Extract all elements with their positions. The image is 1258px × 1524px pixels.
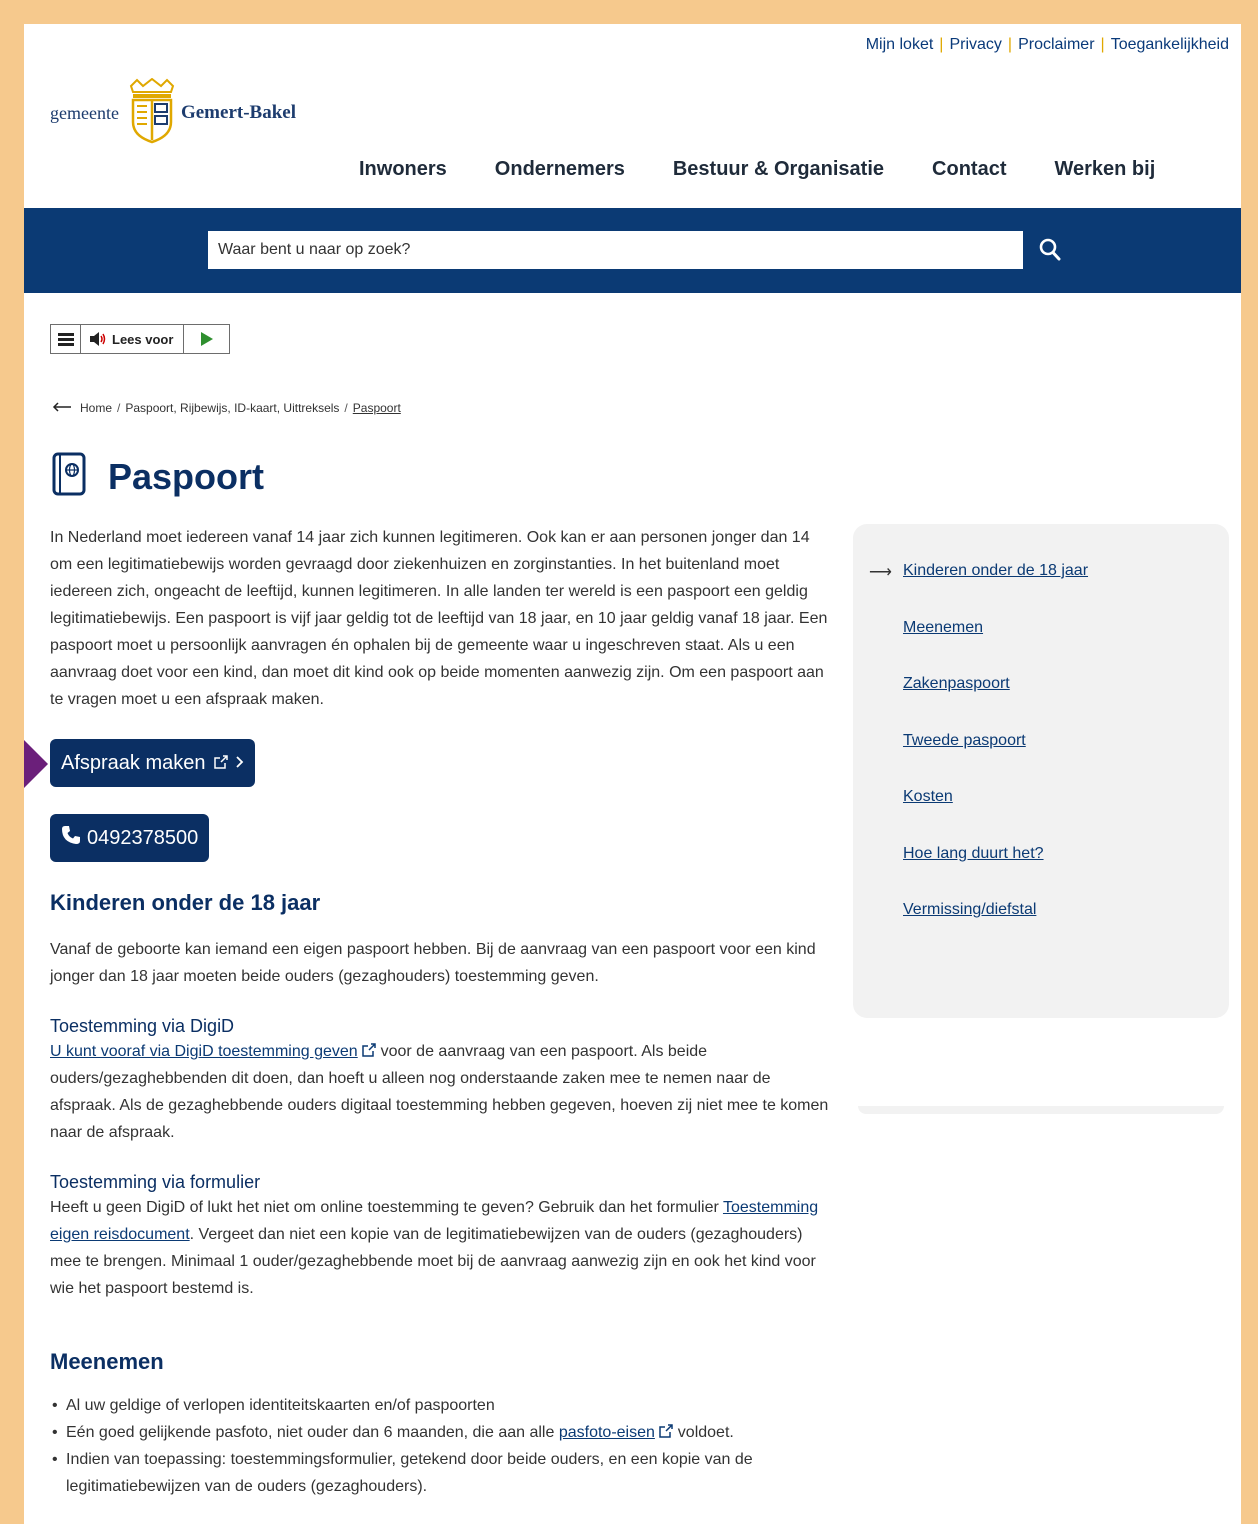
back-arrow-icon[interactable]: [52, 401, 72, 415]
site-logo[interactable]: gemeente Gemert-Bakel: [50, 77, 296, 149]
chevron-right-icon: [235, 752, 244, 775]
sidebar-item-hoe-lang: Hoe lang duurt het?: [869, 845, 1088, 902]
page-title: Paspoort: [108, 455, 265, 497]
intro-text: In Nederland moet iedereen vanaf 14 jaar…: [50, 529, 828, 708]
search-icon[interactable]: [1036, 234, 1066, 266]
sidebar-toc: ⟶ Kinderen onder de 18 jaar Meenemen Zake…: [853, 524, 1229, 1018]
breadcrumb-current[interactable]: Paspoort: [353, 401, 401, 415]
sidebar-link[interactable]: Kosten: [903, 788, 953, 806]
breadcrumb-separator: /: [117, 401, 121, 415]
logo-prefix: gemeente: [50, 102, 119, 123]
nav-contact[interactable]: Contact: [932, 158, 1006, 181]
breadcrumb-home[interactable]: Home: [80, 401, 112, 415]
toplink-proclaimer[interactable]: Proclaimer: [1018, 36, 1094, 53]
list-item: Indien van toepassing: toestemmingsformu…: [50, 1446, 832, 1500]
sidebar-link[interactable]: Meenemen: [903, 619, 983, 637]
subsection-text-digid: U kunt vooraf via DigiD toestemming geve…: [50, 1038, 832, 1146]
nav-bestuur-organisatie[interactable]: Bestuur & Organisatie: [673, 158, 884, 181]
crest-icon: [127, 77, 177, 149]
sidebar-link[interactable]: Hoe lang duurt het?: [903, 845, 1044, 863]
sidebar-item-vermissing: Vermissing/diefstal: [869, 901, 1088, 958]
sidebar-link[interactable]: Zakenpaspoort: [903, 675, 1010, 693]
toplink-privacy[interactable]: Privacy: [949, 36, 1001, 53]
listen-label: Lees voor: [112, 331, 174, 347]
breadcrumb-separator: /: [344, 401, 348, 415]
digid-toestemming-link[interactable]: U kunt vooraf via DigiD toestemming geve…: [50, 1043, 358, 1060]
page-frame: Mijn loket | Privacy | Proclaimer | Toegankeli…: [24, 24, 1241, 1524]
breadcrumb: Home / Paspoort, Rijbewijs, ID-kaart, Ui…: [52, 401, 401, 415]
subsection-title-digid: Toestemming via DigiD: [50, 1016, 235, 1036]
pointer-arrow-icon: [24, 716, 50, 817]
list-item: Al uw geldige of verlopen identiteitskaa…: [50, 1392, 832, 1419]
nav-inwoners[interactable]: Inwoners: [359, 158, 447, 181]
phone-icon: [61, 825, 81, 851]
nav-werken-bij[interactable]: Werken bij: [1054, 158, 1155, 181]
search-band: [24, 208, 1241, 293]
sidebar-link[interactable]: Vermissing/diefstal: [903, 901, 1036, 919]
passport-icon: [52, 452, 86, 501]
sidebar-divider: [858, 1106, 1224, 1114]
breadcrumb-category[interactable]: Paspoort, Rijbewijs, ID-kaart, Uittrekse…: [125, 401, 339, 415]
separator: |: [1100, 36, 1105, 53]
listen-button[interactable]: Lees voor: [81, 325, 185, 353]
sidebar-item-kinderen: ⟶ Kinderen onder de 18 jaar: [869, 562, 1088, 619]
toplink-mijn-loket[interactable]: Mijn loket: [866, 36, 934, 53]
external-link-icon: [659, 1424, 674, 1441]
phone-button[interactable]: 0492378500: [50, 814, 210, 862]
sidebar-item-zakenpaspoort: Zakenpaspoort: [869, 675, 1088, 732]
section-title-kinderen: Kinderen onder de 18 jaar: [50, 890, 321, 915]
separator: |: [939, 36, 944, 53]
readspeaker-bar: Lees voor: [50, 324, 230, 354]
speaker-icon: [90, 332, 106, 346]
toplink-toegankelijkheid[interactable]: Toegankelijkheid: [1111, 36, 1229, 53]
logo-name: Gemert-Bakel: [180, 102, 296, 123]
menu-icon[interactable]: [51, 325, 81, 353]
section-intro-kinderen: Vanaf de geboorte kan iemand een eigen p…: [50, 941, 816, 985]
section-title-meenemen: Meenemen: [50, 1349, 164, 1374]
list-item: Eén goed gelijkende pasfoto, niet ouder …: [50, 1419, 832, 1446]
sidebar-item-tweede-paspoort: Tweede paspoort: [869, 732, 1088, 789]
subsection-text-formulier: Heeft u geen DigiD of lukt het niet om o…: [50, 1194, 832, 1302]
separator: |: [1007, 36, 1013, 53]
pasfoto-eisen-link[interactable]: pasfoto-eisen: [559, 1424, 655, 1441]
sidebar-link[interactable]: Tweede paspoort: [903, 732, 1026, 750]
nav-ondernemers[interactable]: Ondernemers: [495, 158, 625, 181]
phone-number: 0492378500: [87, 826, 199, 849]
external-link-icon: [362, 1043, 376, 1060]
sidebar-item-kosten: Kosten: [869, 788, 1088, 845]
sidebar-link[interactable]: Kinderen onder de 18 jaar: [903, 562, 1088, 580]
arrow-right-icon: ⟶: [869, 564, 892, 581]
top-links: Mijn loket | Privacy | Proclaimer | Toegankeli…: [866, 36, 1229, 54]
form-text-1: Heeft u geen DigiD of lukt het niet om o…: [50, 1199, 723, 1216]
afspraak-label: Afspraak maken: [61, 751, 206, 774]
main-nav: Inwoners Ondernemers Bestuur & Organisat…: [359, 158, 1155, 181]
external-link-icon: [213, 752, 228, 775]
search-input[interactable]: [208, 231, 1023, 269]
afspraak-maken-button[interactable]: Afspraak maken: [50, 739, 255, 787]
play-icon[interactable]: [184, 325, 229, 353]
meenemen-list: Al uw geldige of verlopen identiteitskaa…: [50, 1392, 832, 1500]
title-row: Paspoort: [52, 452, 264, 501]
item2-post: voldoet.: [673, 1424, 734, 1441]
item2-pre: Eén goed gelijkende pasfoto, niet ouder …: [66, 1424, 559, 1441]
subsection-title-formulier: Toestemming via formulier: [50, 1172, 261, 1192]
sidebar-item-meenemen: Meenemen: [869, 619, 1088, 676]
